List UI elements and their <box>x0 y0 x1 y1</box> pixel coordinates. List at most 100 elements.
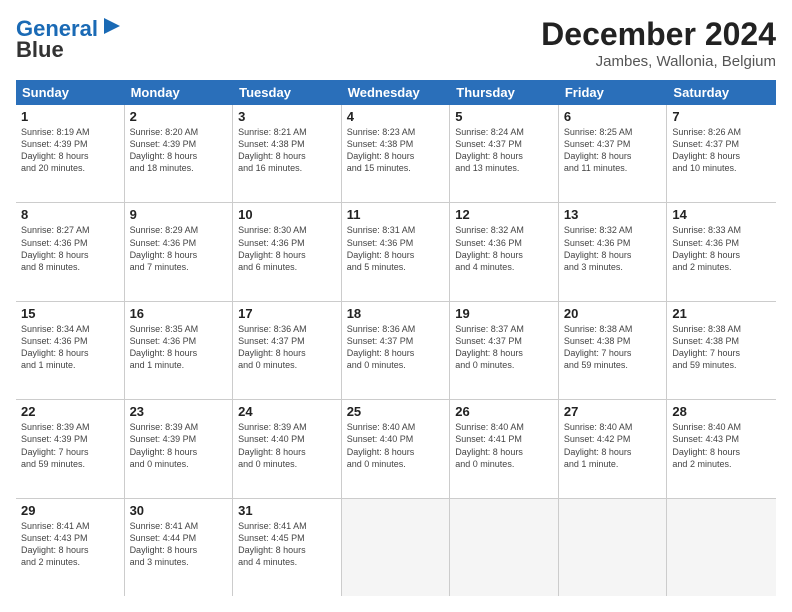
day-number: 7 <box>672 109 771 124</box>
calendar-cell: 17 Sunrise: 8:36 AM Sunset: 4:37 PM Dayli… <box>233 302 342 399</box>
day-number: 21 <box>672 306 771 321</box>
calendar-cell: 27 Sunrise: 8:40 AM Sunset: 4:42 PM Dayli… <box>559 400 668 497</box>
calendar-cell: 4 Sunrise: 8:23 AM Sunset: 4:38 PM Daylig… <box>342 105 451 202</box>
day-number: 28 <box>672 404 771 419</box>
cell-info: Sunrise: 8:26 AM Sunset: 4:37 PM Dayligh… <box>672 126 771 175</box>
day-number: 16 <box>130 306 228 321</box>
calendar-cell: 20Sunrise: 8:38 AM Sunset: 4:38 PM Dayli… <box>559 302 668 399</box>
month-title: December 2024 <box>541 16 776 53</box>
day-number: 26 <box>455 404 553 419</box>
cell-info: Sunrise: 8:25 AM Sunset: 4:37 PM Dayligh… <box>564 126 662 175</box>
day-number: 9 <box>130 207 228 222</box>
cal-header-day: Thursday <box>450 80 559 105</box>
logo-blue: Blue <box>16 39 64 61</box>
day-number: 8 <box>21 207 119 222</box>
day-number: 17 <box>238 306 336 321</box>
calendar-cell: 1 Sunrise: 8:19 AM Sunset: 4:39 PM Daylig… <box>16 105 125 202</box>
cell-info: Sunrise: 8:39 AM Sunset: 4:39 PM Dayligh… <box>21 421 119 470</box>
cal-header-day: Sunday <box>16 80 125 105</box>
day-number: 6 <box>564 109 662 124</box>
calendar-cell <box>559 499 668 596</box>
cell-info: Sunrise: 8:31 AM Sunset: 4:36 PM Dayligh… <box>347 224 445 273</box>
calendar-cell: 28 Sunrise: 8:40 AM Sunset: 4:43 PM Dayli… <box>667 400 776 497</box>
cell-info: Sunrise: 8:36 AM Sunset: 4:37 PM Dayligh… <box>238 323 336 372</box>
day-number: 13 <box>564 207 662 222</box>
cell-info: Sunrise: 8:40 AM Sunset: 4:42 PM Dayligh… <box>564 421 662 470</box>
day-number: 31 <box>238 503 336 518</box>
day-number: 24 <box>238 404 336 419</box>
cell-info: Sunrise: 8:40 AM Sunset: 4:40 PM Dayligh… <box>347 421 445 470</box>
calendar-row: 8 Sunrise: 8:27 AM Sunset: 4:36 PM Daylig… <box>16 203 776 301</box>
day-number: 3 <box>238 109 336 124</box>
calendar-cell: 22 Sunrise: 8:39 AM Sunset: 4:39 PM Dayli… <box>16 400 125 497</box>
calendar-cell: 18Sunrise: 8:36 AM Sunset: 4:37 PM Dayli… <box>342 302 451 399</box>
day-number: 15 <box>21 306 119 321</box>
calendar-cell: 30 Sunrise: 8:41 AM Sunset: 4:44 PM Dayli… <box>125 499 234 596</box>
calendar-cell: 16 Sunrise: 8:35 AM Sunset: 4:36 PM Dayli… <box>125 302 234 399</box>
calendar-cell <box>450 499 559 596</box>
cell-info: Sunrise: 8:40 AM Sunset: 4:43 PM Dayligh… <box>672 421 771 470</box>
day-number: 22 <box>21 404 119 419</box>
calendar-row: 1 Sunrise: 8:19 AM Sunset: 4:39 PM Daylig… <box>16 105 776 203</box>
cal-header-day: Wednesday <box>342 80 451 105</box>
cell-info: Sunrise: 8:19 AM Sunset: 4:39 PM Dayligh… <box>21 126 119 175</box>
calendar-cell <box>667 499 776 596</box>
calendar-cell: 2Sunrise: 8:20 AM Sunset: 4:39 PM Daylig… <box>125 105 234 202</box>
day-number: 19 <box>455 306 553 321</box>
calendar-row: 15 Sunrise: 8:34 AM Sunset: 4:36 PM Dayli… <box>16 302 776 400</box>
cal-header-day: Monday <box>125 80 234 105</box>
calendar-cell: 10Sunrise: 8:30 AM Sunset: 4:36 PM Dayli… <box>233 203 342 300</box>
day-number: 25 <box>347 404 445 419</box>
calendar-cell: 12Sunrise: 8:32 AM Sunset: 4:36 PM Dayli… <box>450 203 559 300</box>
calendar-cell: 23 Sunrise: 8:39 AM Sunset: 4:39 PM Dayli… <box>125 400 234 497</box>
cell-info: Sunrise: 8:24 AM Sunset: 4:37 PM Dayligh… <box>455 126 553 175</box>
cal-header-day: Friday <box>559 80 668 105</box>
day-number: 23 <box>130 404 228 419</box>
page: General Blue December 2024 Jambes, Wallo… <box>0 0 792 612</box>
calendar-cell: 9Sunrise: 8:29 AM Sunset: 4:36 PM Daylig… <box>125 203 234 300</box>
calendar-cell: 3 Sunrise: 8:21 AM Sunset: 4:38 PM Daylig… <box>233 105 342 202</box>
day-number: 2 <box>130 109 228 124</box>
calendar-cell <box>342 499 451 596</box>
day-number: 14 <box>672 207 771 222</box>
day-number: 27 <box>564 404 662 419</box>
calendar-cell: 8 Sunrise: 8:27 AM Sunset: 4:36 PM Daylig… <box>16 203 125 300</box>
day-number: 10 <box>238 207 336 222</box>
calendar-cell: 26Sunrise: 8:40 AM Sunset: 4:41 PM Dayli… <box>450 400 559 497</box>
title-block: December 2024 Jambes, Wallonia, Belgium <box>541 16 776 70</box>
cell-info: Sunrise: 8:39 AM Sunset: 4:40 PM Dayligh… <box>238 421 336 470</box>
cell-info: Sunrise: 8:35 AM Sunset: 4:36 PM Dayligh… <box>130 323 228 372</box>
day-number: 1 <box>21 109 119 124</box>
day-number: 18 <box>347 306 445 321</box>
calendar-cell: 15 Sunrise: 8:34 AM Sunset: 4:36 PM Dayli… <box>16 302 125 399</box>
day-number: 29 <box>21 503 119 518</box>
header: General Blue December 2024 Jambes, Wallo… <box>16 16 776 70</box>
calendar-cell: 24 Sunrise: 8:39 AM Sunset: 4:40 PM Dayli… <box>233 400 342 497</box>
cell-info: Sunrise: 8:23 AM Sunset: 4:38 PM Dayligh… <box>347 126 445 175</box>
cal-header-day: Saturday <box>667 80 776 105</box>
calendar-cell: 14Sunrise: 8:33 AM Sunset: 4:36 PM Dayli… <box>667 203 776 300</box>
day-number: 11 <box>347 207 445 222</box>
day-number: 30 <box>130 503 228 518</box>
calendar-body: 1 Sunrise: 8:19 AM Sunset: 4:39 PM Daylig… <box>16 105 776 596</box>
calendar-cell: 31 Sunrise: 8:41 AM Sunset: 4:45 PM Dayli… <box>233 499 342 596</box>
cell-info: Sunrise: 8:41 AM Sunset: 4:44 PM Dayligh… <box>130 520 228 569</box>
subtitle: Jambes, Wallonia, Belgium <box>541 53 776 70</box>
cell-info: Sunrise: 8:41 AM Sunset: 4:45 PM Dayligh… <box>238 520 336 569</box>
cell-info: Sunrise: 8:32 AM Sunset: 4:36 PM Dayligh… <box>564 224 662 273</box>
calendar-cell: 29Sunrise: 8:41 AM Sunset: 4:43 PM Dayli… <box>16 499 125 596</box>
cell-info: Sunrise: 8:34 AM Sunset: 4:36 PM Dayligh… <box>21 323 119 372</box>
cell-info: Sunrise: 8:37 AM Sunset: 4:37 PM Dayligh… <box>455 323 553 372</box>
cell-info: Sunrise: 8:39 AM Sunset: 4:39 PM Dayligh… <box>130 421 228 470</box>
cell-info: Sunrise: 8:38 AM Sunset: 4:38 PM Dayligh… <box>564 323 662 372</box>
cell-info: Sunrise: 8:21 AM Sunset: 4:38 PM Dayligh… <box>238 126 336 175</box>
calendar: SundayMondayTuesdayWednesdayThursdayFrid… <box>16 80 776 596</box>
calendar-cell: 19 Sunrise: 8:37 AM Sunset: 4:37 PM Dayli… <box>450 302 559 399</box>
calendar-cell: 5Sunrise: 8:24 AM Sunset: 4:37 PM Daylig… <box>450 105 559 202</box>
day-number: 4 <box>347 109 445 124</box>
logo: General Blue <box>16 16 122 61</box>
calendar-row: 29Sunrise: 8:41 AM Sunset: 4:43 PM Dayli… <box>16 499 776 596</box>
cell-info: Sunrise: 8:27 AM Sunset: 4:36 PM Dayligh… <box>21 224 119 273</box>
calendar-cell: 7 Sunrise: 8:26 AM Sunset: 4:37 PM Daylig… <box>667 105 776 202</box>
calendar-cell: 13 Sunrise: 8:32 AM Sunset: 4:36 PM Dayli… <box>559 203 668 300</box>
